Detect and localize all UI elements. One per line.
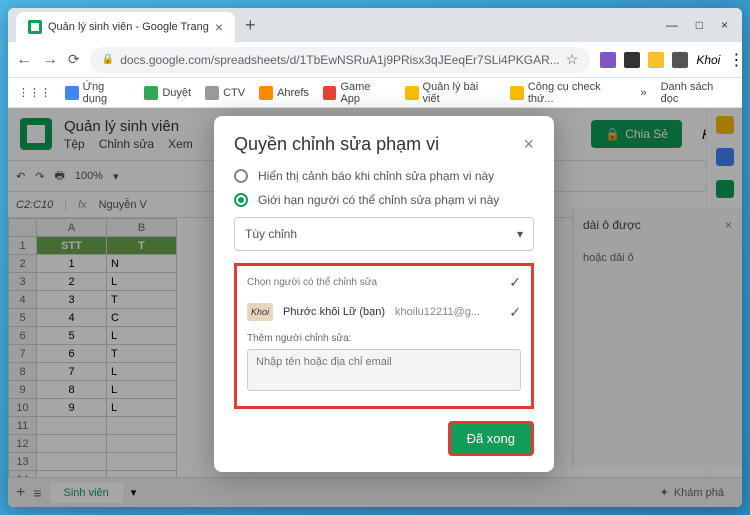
bookmark-item[interactable]: Quản lý bài viết <box>405 81 496 105</box>
radio-icon <box>234 169 248 183</box>
check-icon: ✓ <box>509 304 521 321</box>
range-permissions-dialog: Quyền chỉnh sửa phạm vi × Hiển thị cảnh … <box>214 116 554 472</box>
tab-title: Quản lý sinh viên - Google Trang <box>48 21 209 33</box>
dialog-close-icon[interactable]: × <box>523 134 534 155</box>
forward-icon[interactable]: → <box>42 51 58 69</box>
bookmark-item[interactable]: Ahrefs <box>259 86 309 100</box>
restriction-select[interactable]: Tùy chỉnh ▾ <box>234 217 534 251</box>
url-text: docs.google.com/spreadsheets/d/1TbEwNSRu… <box>120 53 560 67</box>
bookmark-item[interactable]: Duyệt <box>144 86 191 100</box>
bookmarks-bar: ⋮⋮⋮ Ứng dụng Duyệt CTV Ahrefs Game App Q… <box>8 78 742 108</box>
add-editors-input[interactable] <box>247 349 521 391</box>
extensions-area: Khoi ⋮ <box>600 50 742 70</box>
overflow-icon[interactable]: » <box>640 87 646 99</box>
extension-icon[interactable] <box>648 52 664 68</box>
person-name: Phước khôi Lữ (bạn) <box>283 306 385 318</box>
editor-person-row: Khoi Phước khôi Lữ (bạn) khoilu12211@g..… <box>247 303 521 321</box>
avatar-icon: Khoi <box>247 303 273 321</box>
extension-icon[interactable] <box>672 52 688 68</box>
window-minimize-icon[interactable]: — <box>666 18 678 32</box>
address-bar: ← → ⟳ 🔒 docs.google.com/spreadsheets/d/1… <box>8 42 742 78</box>
extension-icon[interactable] <box>624 52 640 68</box>
apps-icon[interactable]: ⋮⋮⋮ <box>18 86 51 99</box>
profile-label[interactable]: Khoi <box>696 53 720 67</box>
bookmark-star-icon[interactable]: ☆ <box>566 51 579 68</box>
person-email: khoilu12211@g... <box>395 306 480 318</box>
radio-warning-option[interactable]: Hiển thị cảnh báo khi chỉnh sửa phạm vi … <box>234 169 534 183</box>
check-icon[interactable]: ✓ <box>509 274 521 291</box>
sheets-favicon-icon <box>28 20 42 34</box>
add-editors-label: Thêm người chỉnh sửa: <box>247 333 521 344</box>
chevron-down-icon: ▾ <box>517 227 523 241</box>
window-close-icon[interactable]: × <box>721 18 728 32</box>
tab-close-icon[interactable]: × <box>215 19 223 35</box>
extension-icon[interactable] <box>600 52 616 68</box>
new-tab-button[interactable]: + <box>235 15 266 36</box>
lock-icon: 🔒 <box>102 54 114 65</box>
window-maximize-icon[interactable]: □ <box>696 18 703 32</box>
url-input[interactable]: 🔒 docs.google.com/spreadsheets/d/1TbEwNS… <box>90 47 591 73</box>
dialog-title: Quyền chỉnh sửa phạm vi <box>234 134 439 155</box>
bookmark-item[interactable]: CTV <box>205 86 245 100</box>
browser-titlebar: Quản lý sinh viên - Google Trang × + — □… <box>8 8 742 42</box>
browser-tab[interactable]: Quản lý sinh viên - Google Trang × <box>16 12 235 42</box>
bookmark-item[interactable]: Công cụ check thứ... <box>510 81 626 105</box>
done-button[interactable]: Đã xong <box>448 421 534 456</box>
bookmark-item[interactable]: Ứng dụng <box>65 81 130 105</box>
radio-restrict-option[interactable]: Giới hạn người có thể chỉnh sửa phạm vi … <box>234 193 534 207</box>
radio-checked-icon <box>234 193 248 207</box>
bookmark-item[interactable]: Game App <box>323 81 391 105</box>
reload-icon[interactable]: ⟳ <box>68 51 80 68</box>
menu-dots-icon[interactable]: ⋮ <box>728 50 742 70</box>
editors-section: Chọn người có thể chỉnh sửa ✓ Khoi Phước… <box>234 263 534 409</box>
back-icon[interactable]: ← <box>16 51 32 69</box>
choose-editors-label: Chọn người có thể chỉnh sửa <box>247 277 377 288</box>
reading-list[interactable]: Danh sách đọc <box>661 81 732 105</box>
